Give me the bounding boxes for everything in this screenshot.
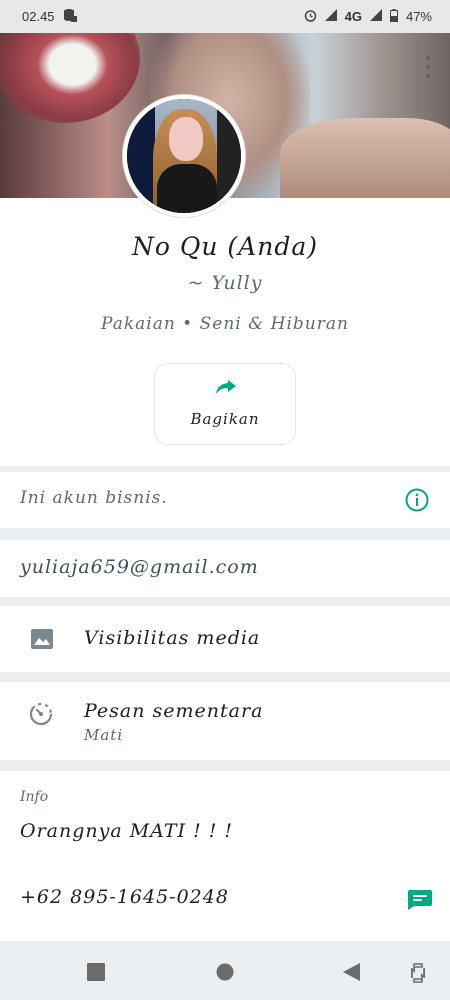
battery-icon [389, 8, 398, 25]
cover-photo-detail [0, 33, 140, 123]
recent-apps-icon[interactable] [87, 963, 105, 985]
info-section: Info Orangnya MATI ! ! ! +62 895-1645-02… [0, 771, 450, 941]
rotate-icon[interactable] [410, 963, 426, 987]
share-button[interactable]: Bagikan [154, 363, 296, 445]
status-bar: 02.45 4G 47% [0, 0, 450, 33]
storage-icon [63, 8, 77, 25]
signal-icon [369, 9, 382, 24]
status-time: 02.45 [22, 9, 55, 24]
more-options-icon[interactable] [426, 56, 432, 78]
image-icon [31, 629, 53, 653]
business-notice-text: Ini akun bisnis. [20, 488, 168, 508]
business-notice[interactable]: Ini akun bisnis. [0, 472, 450, 528]
signal-icon [324, 9, 337, 24]
profile-name: No Qu (Anda) [132, 232, 318, 261]
info-label: Info [20, 789, 49, 805]
avatar[interactable] [123, 95, 245, 217]
cover-photo-detail [280, 118, 450, 198]
info-icon[interactable] [405, 488, 429, 544]
navigation-bar [0, 945, 450, 1000]
share-icon [215, 378, 237, 400]
timer-icon [28, 701, 54, 731]
disappearing-messages-row[interactable]: Pesan sementara Mati [0, 682, 450, 760]
disappearing-messages-label: Pesan sementara [84, 700, 264, 722]
media-visibility-label: Visibilitas media [84, 627, 261, 649]
message-icon[interactable] [408, 890, 432, 914]
back-icon[interactable] [343, 963, 361, 985]
profile-subname: ~ Yully [187, 272, 263, 294]
email-row[interactable]: yuliaja659@gmail.com [0, 540, 450, 597]
share-label: Bagikan [190, 410, 260, 428]
network-type: 4G [344, 9, 362, 24]
media-visibility-row[interactable]: Visibilitas media [0, 606, 450, 672]
battery-level: 47% [405, 9, 432, 24]
business-category: Pakaian • Seni & Hiburan [101, 314, 349, 334]
email-link[interactable]: yuliaja659@gmail.com [20, 556, 259, 578]
about-text[interactable]: Orangnya MATI ! ! ! [20, 820, 233, 842]
home-icon[interactable] [216, 963, 234, 985]
phone-number[interactable]: +62 895-1645-0248 [20, 886, 229, 908]
disappearing-messages-value: Mati [84, 726, 124, 744]
alarm-icon [304, 9, 317, 25]
